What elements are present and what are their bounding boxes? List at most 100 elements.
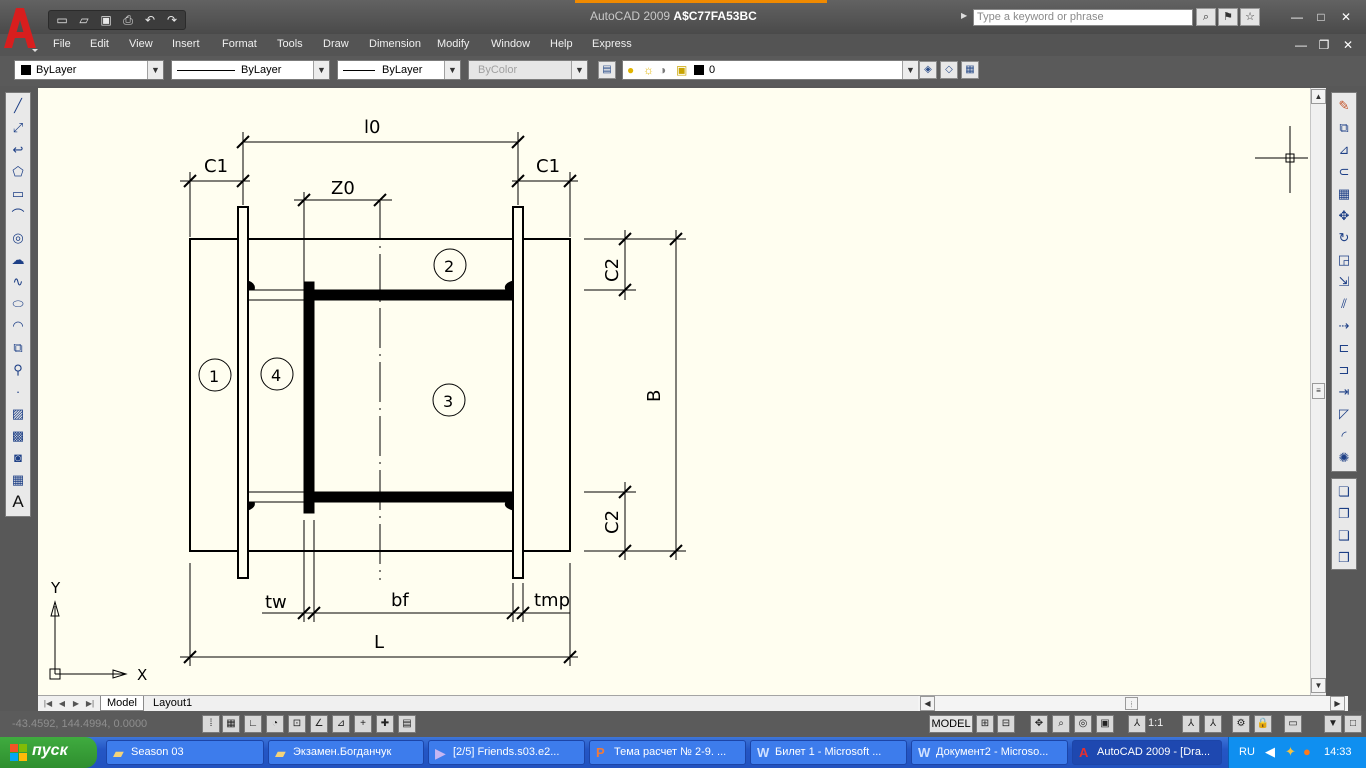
favorites-star-icon[interactable]: ☆ — [1240, 8, 1260, 26]
gradient-icon[interactable]: ▩ — [8, 426, 28, 446]
drawing-area[interactable]: l0 C1 C1 Z0 C2 C2 B tw bf tmp L 1 2 3 4 … — [38, 88, 1310, 695]
clean-screen-icon[interactable]: ▭ — [1284, 715, 1302, 733]
scroll-right-icon[interactable]: ▶ — [1330, 696, 1345, 711]
minimize-icon[interactable]: — — [1287, 10, 1307, 24]
firefox-icon[interactable]: ● — [1303, 744, 1311, 759]
pan-icon[interactable]: ✥ — [1030, 715, 1048, 733]
multiline-text-icon[interactable]: A — [8, 492, 28, 512]
menu-edit[interactable]: Edit — [90, 38, 109, 50]
annotation-scale-value[interactable]: 1:1 — [1148, 717, 1163, 729]
autocad-logo-icon[interactable] — [2, 4, 38, 52]
save-icon[interactable]: ▣ — [97, 12, 115, 28]
scroll-thumb[interactable]: ≡ — [1312, 383, 1325, 399]
chevron-down-icon[interactable]: ▼ — [313, 61, 329, 79]
task-autocad[interactable]: A AutoCAD 2009 - [Dra... — [1072, 740, 1222, 765]
task-exam[interactable]: ▰ Экзамен.Богданчук — [268, 740, 424, 765]
ellipse-arc-icon[interactable]: ◠ — [8, 316, 28, 336]
join-icon[interactable]: ⇥ — [1334, 382, 1354, 402]
chevron-down-icon[interactable]: ▼ — [444, 61, 460, 79]
polar-icon[interactable]: ◔ — [266, 715, 284, 733]
quick-view-layouts-icon[interactable]: ⊞ — [976, 715, 994, 733]
mirror-icon[interactable]: ⊿ — [1334, 140, 1354, 160]
menu-view[interactable]: View — [129, 38, 153, 50]
make-block-icon[interactable]: ⚲ — [8, 360, 28, 380]
task-word-doc2[interactable]: W Документ2 - Microso... — [911, 740, 1068, 765]
point-icon[interactable]: · — [8, 382, 28, 402]
break-icon[interactable]: ⊐ — [1334, 360, 1354, 380]
explode-icon[interactable]: ✺ — [1334, 448, 1354, 468]
erase-icon[interactable]: ✎ — [1334, 96, 1354, 116]
chevron-down-icon[interactable]: ▼ — [902, 61, 918, 79]
extend-icon[interactable]: ⇢ — [1334, 316, 1354, 336]
menu-insert[interactable]: Insert — [172, 38, 200, 50]
horizontal-scrollbar[interactable]: ◀ ⦙ ▶ — [918, 696, 1348, 711]
undo-icon[interactable]: ↶ — [141, 12, 159, 28]
first-tab-icon[interactable]: |◀ — [42, 697, 54, 710]
search-input[interactable]: Type a keyword or phrase — [973, 9, 1193, 26]
menu-draw[interactable]: Draw — [323, 38, 349, 50]
rectangle-icon[interactable]: ▭ — [8, 184, 28, 204]
search-expand-icon[interactable]: ▶ — [961, 11, 967, 20]
last-tab-icon[interactable]: ▶| — [84, 697, 96, 710]
task-friends[interactable]: ▶ [2/5] Friends.s03.e2... — [428, 740, 585, 765]
chevron-down-icon[interactable]: ▼ — [147, 61, 163, 79]
line-icon[interactable]: ╱ — [8, 96, 28, 116]
workspace-switch-icon[interactable]: ⚙ — [1232, 715, 1250, 733]
layer-previous-icon[interactable]: ◇ — [940, 61, 958, 79]
language-indicator[interactable]: RU — [1239, 746, 1255, 758]
scroll-left-icon[interactable]: ◀ — [920, 696, 935, 711]
offset-icon[interactable]: ⊂ — [1334, 162, 1354, 182]
doc-close-icon[interactable]: ✕ — [1339, 38, 1357, 52]
viewport-freeze-icon[interactable]: ◑ — [659, 63, 666, 77]
osnap-icon[interactable]: ⊡ — [288, 715, 306, 733]
ortho-icon[interactable]: ∟ — [244, 715, 262, 733]
polyline-icon[interactable]: ↩ — [8, 140, 28, 160]
lineweight-toggle-icon[interactable]: ✚ — [376, 715, 394, 733]
annotation-visibility-icon[interactable]: ⅄ — [1182, 715, 1200, 733]
region-icon[interactable]: ◙ — [8, 448, 28, 468]
ellipse-icon[interactable]: ⬭ — [8, 294, 28, 314]
chamfer-icon[interactable]: ◸ — [1334, 404, 1354, 424]
arc-icon[interactable]: ⌒ — [8, 206, 28, 226]
array-icon[interactable]: ▦ — [1334, 184, 1354, 204]
doc-restore-icon[interactable]: ❐ — [1315, 38, 1333, 52]
tab-model[interactable]: Model — [100, 696, 144, 711]
menu-help[interactable]: Help — [550, 38, 573, 50]
rotate-icon[interactable]: ↻ — [1334, 228, 1354, 248]
print-icon[interactable]: ⎙ — [119, 12, 137, 28]
search-icon[interactable]: ⌕ — [1196, 8, 1216, 26]
zoom-icon[interactable]: ⌕ — [1052, 715, 1070, 733]
lock-icon[interactable]: ▣ — [676, 63, 687, 77]
subscription-icon[interactable]: ⚑ — [1218, 8, 1238, 26]
table-icon[interactable]: ▦ — [8, 470, 28, 490]
send-under-icon[interactable]: ❒ — [1334, 548, 1354, 568]
grid-icon[interactable]: ▦ — [222, 715, 240, 733]
fillet-icon[interactable]: ◜ — [1334, 426, 1354, 446]
ducs-icon[interactable]: ⊿ — [332, 715, 350, 733]
scroll-up-icon[interactable]: ▲ — [1311, 89, 1326, 104]
hatch-icon[interactable]: ▨ — [8, 404, 28, 424]
otrack-icon[interactable]: ∠ — [310, 715, 328, 733]
quick-properties-icon[interactable]: ▤ — [398, 715, 416, 733]
layer-states-icon[interactable]: ▦ — [961, 61, 979, 79]
stretch-icon[interactable]: ⇲ — [1334, 272, 1354, 292]
task-season03[interactable]: ▰ Season 03 — [106, 740, 264, 765]
menu-window[interactable]: Window — [491, 38, 530, 50]
annotation-scale-icon[interactable]: ⅄ — [1128, 715, 1146, 733]
prev-tab-icon[interactable]: ◀ — [56, 697, 68, 710]
circle-icon[interactable]: ◎ — [8, 228, 28, 248]
menu-modify[interactable]: Modify — [437, 38, 469, 50]
layer-properties-icon[interactable]: ▤ — [598, 61, 616, 79]
scroll-down-icon[interactable]: ▼ — [1311, 678, 1326, 693]
lineweight-dropdown[interactable]: ByLayer ▼ — [337, 60, 461, 80]
hscroll-thumb[interactable]: ⦙ — [1125, 697, 1138, 710]
status-menu-chevron-icon[interactable]: ▼ — [1324, 715, 1342, 733]
insert-block-icon[interactable]: ⧉ — [8, 338, 28, 358]
linetype-dropdown[interactable]: ByLayer ▼ — [171, 60, 330, 80]
sun-icon[interactable]: ☼ — [643, 63, 654, 77]
quick-view-drawings-icon[interactable]: ⊟ — [997, 715, 1015, 733]
menu-tools[interactable]: Tools — [277, 38, 303, 50]
model-space-toggle[interactable]: MODEL — [929, 715, 973, 733]
spline-icon[interactable]: ∿ — [8, 272, 28, 292]
auto-scale-icon[interactable]: ⅄ — [1204, 715, 1222, 733]
